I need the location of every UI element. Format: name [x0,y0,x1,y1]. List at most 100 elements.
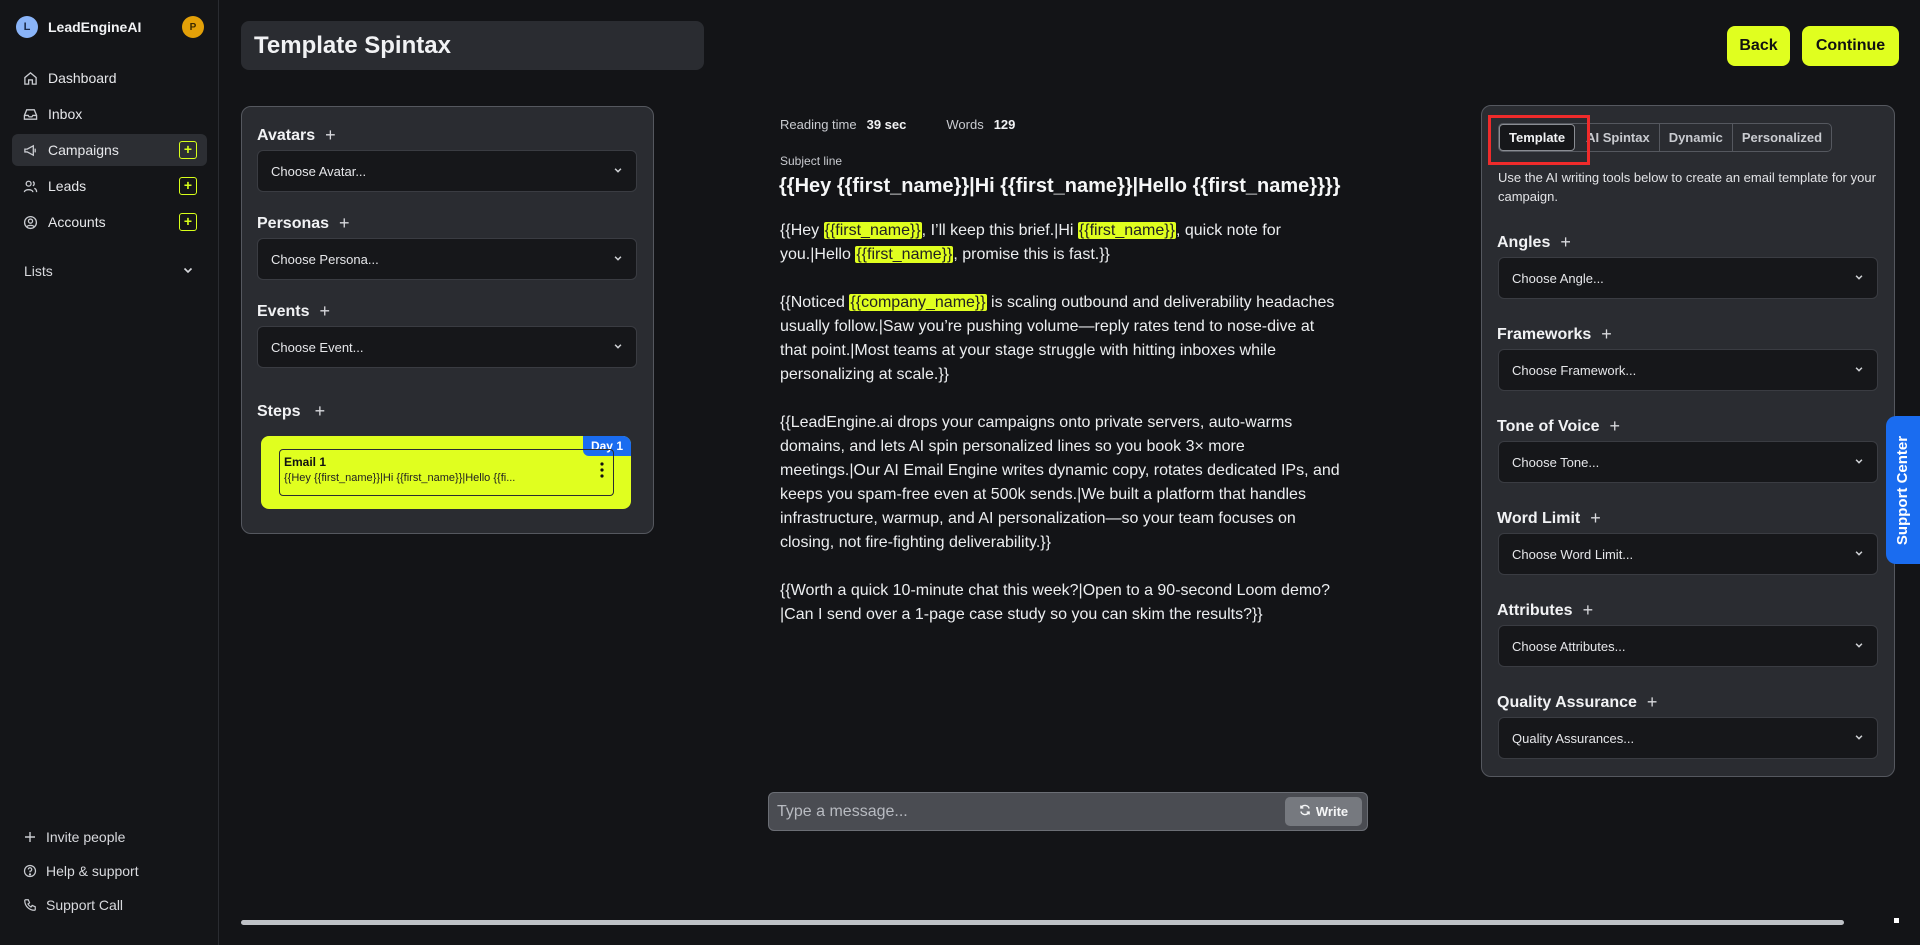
message-input[interactable]: Type a message... [777,803,908,821]
refresh-icon [1299,804,1311,819]
body-paragraph: {{Noticed {{company_name}} is scaling ou… [780,291,1340,387]
brand-logo[interactable]: L [16,16,38,38]
persona-select[interactable]: Choose Persona... [257,238,637,280]
chevron-down-icon [613,253,623,266]
step-title: Email 1 [284,455,327,469]
more-vertical-icon[interactable] [600,462,604,478]
frameworks-label: Frameworks [1497,325,1592,343]
add-event-button[interactable]: + [319,301,330,322]
write-button-label: Write [1315,804,1349,819]
tone-select[interactable]: Choose Tone... [1498,441,1878,483]
highlight-box [1488,115,1590,165]
sidebar-item-dashboard[interactable]: Dashboard [12,62,207,94]
event-select[interactable]: Choose Event... [257,326,637,368]
event-select-placeholder: Choose Event... [271,339,364,355]
framework-select[interactable]: Choose Framework... [1498,349,1878,391]
user-avatar[interactable]: P [182,16,204,38]
support-center-label: Support Center [1894,435,1912,545]
message-composer[interactable]: Type a message... Write [768,792,1368,831]
megaphone-icon [22,142,38,158]
sidebar-item-campaigns[interactable]: Campaigns + [12,134,207,166]
body-text: {{Hey [780,222,824,239]
body-text: , I’ll keep this brief.|Hi [921,222,1078,239]
variable-tag: {{first_name}} [855,246,954,263]
subject-line-field[interactable]: {{Hey {{first_name}}|Hi {{first_name}}|H… [779,175,1340,198]
chevron-down-icon [1854,364,1864,377]
write-button[interactable]: Write [1285,797,1362,826]
add-framework-button[interactable]: + [1601,324,1612,345]
body-paragraph: {{LeadEngine.ai drops your campaigns ont… [780,414,1340,551]
add-account-button[interactable]: + [179,213,197,231]
chevron-down-icon [1854,548,1864,561]
add-tone-button[interactable]: + [1610,416,1621,437]
continue-button[interactable]: Continue [1802,26,1899,66]
quality-assurance-label: Quality Assurance [1497,693,1637,711]
sidebar-item-label: Dashboard [48,70,117,86]
word-limit-label: Word Limit [1497,509,1581,527]
sidebar-lists-toggle[interactable]: Lists [24,263,194,279]
sidebar-item-inbox[interactable]: Inbox [12,98,207,130]
quality-assurance-select[interactable]: Quality Assurances... [1498,717,1878,759]
step-item[interactable]: Email 1 {{Hey {{first_name}}|Hi {{first_… [279,449,614,496]
add-step-button[interactable]: + [315,401,326,422]
back-button[interactable]: Back [1727,26,1790,66]
horizontal-scrollbar[interactable] [241,920,1844,925]
sidebar-item-label: Accounts [48,214,106,230]
sidebar-item-accounts[interactable]: Accounts + [12,206,207,238]
tab-personalized[interactable]: Personalized [1733,124,1831,151]
word-limit-select-placeholder: Choose Word Limit... [1512,546,1634,562]
chevron-down-icon [182,263,194,279]
step-card[interactable]: Day 1 Email 1 {{Hey {{first_name}}|Hi {{… [261,436,631,509]
avatars-section-label: Avatars + [257,125,336,146]
chevron-down-icon [1854,456,1864,469]
help-icon [22,863,38,879]
add-attribute-button[interactable]: + [1583,600,1594,621]
invite-people-link[interactable]: Invite people [22,820,202,854]
support-call-link[interactable]: Support Call [22,888,202,922]
help-support-link[interactable]: Help & support [22,854,202,888]
chevron-down-icon [1854,272,1864,285]
avatar-select-placeholder: Choose Avatar... [271,163,367,179]
angle-select[interactable]: Choose Angle... [1498,257,1878,299]
subject-label: Subject line [780,154,843,168]
add-lead-button[interactable]: + [179,177,197,195]
tone-select-placeholder: Choose Tone... [1512,454,1600,470]
avatars-label: Avatars [257,126,316,144]
add-persona-button[interactable]: + [339,213,350,234]
sidebar-item-leads[interactable]: Leads + [12,170,207,202]
account-icon [22,214,38,230]
chevron-down-icon [1854,732,1864,745]
invite-people-label: Invite people [46,829,126,845]
add-quality-assurance-button[interactable]: + [1647,692,1658,713]
steps-label: Steps [257,402,301,420]
phone-icon [22,897,38,913]
support-center-tab[interactable]: Support Center [1886,416,1920,564]
steps-section-label: Steps + [257,401,325,422]
events-section-label: Events + [257,301,330,322]
avatar-select[interactable]: Choose Avatar... [257,150,637,192]
add-avatar-button[interactable]: + [325,125,336,146]
variable-tag: {{first_name}} [1077,222,1176,239]
lists-label: Lists [24,263,53,279]
page-title-field[interactable]: Template Spintax [241,21,704,70]
body-paragraph: {{Hey {{first_name}}, I’ll keep this bri… [780,219,1340,267]
attributes-select[interactable]: Choose Attributes... [1498,625,1878,667]
frameworks-section-label: Frameworks + [1497,324,1612,345]
personas-section-label: Personas + [257,213,350,234]
add-angle-button[interactable]: + [1560,232,1571,253]
word-limit-select[interactable]: Choose Word Limit... [1498,533,1878,575]
tools-description: Use the AI writing tools below to create… [1498,170,1876,204]
inbox-icon [22,106,38,122]
body-paragraph: {{Worth a quick 10-minute chat this week… [780,582,1330,623]
add-campaign-button[interactable]: + [179,141,197,159]
add-word-limit-button[interactable]: + [1590,508,1601,529]
variable-tag: {{first_name}} [823,222,922,239]
reading-time-value: 39 sec [866,117,907,132]
framework-select-placeholder: Choose Framework... [1512,362,1637,378]
angles-label: Angles [1497,233,1551,251]
email-body-editor[interactable]: {{Hey {{first_name}}, I’ll keep this bri… [780,219,1340,651]
page-title: Template Spintax [254,31,451,59]
angles-section-label: Angles + [1497,232,1571,253]
tab-dynamic[interactable]: Dynamic [1660,124,1733,151]
reading-time-label: Reading time [780,117,857,132]
